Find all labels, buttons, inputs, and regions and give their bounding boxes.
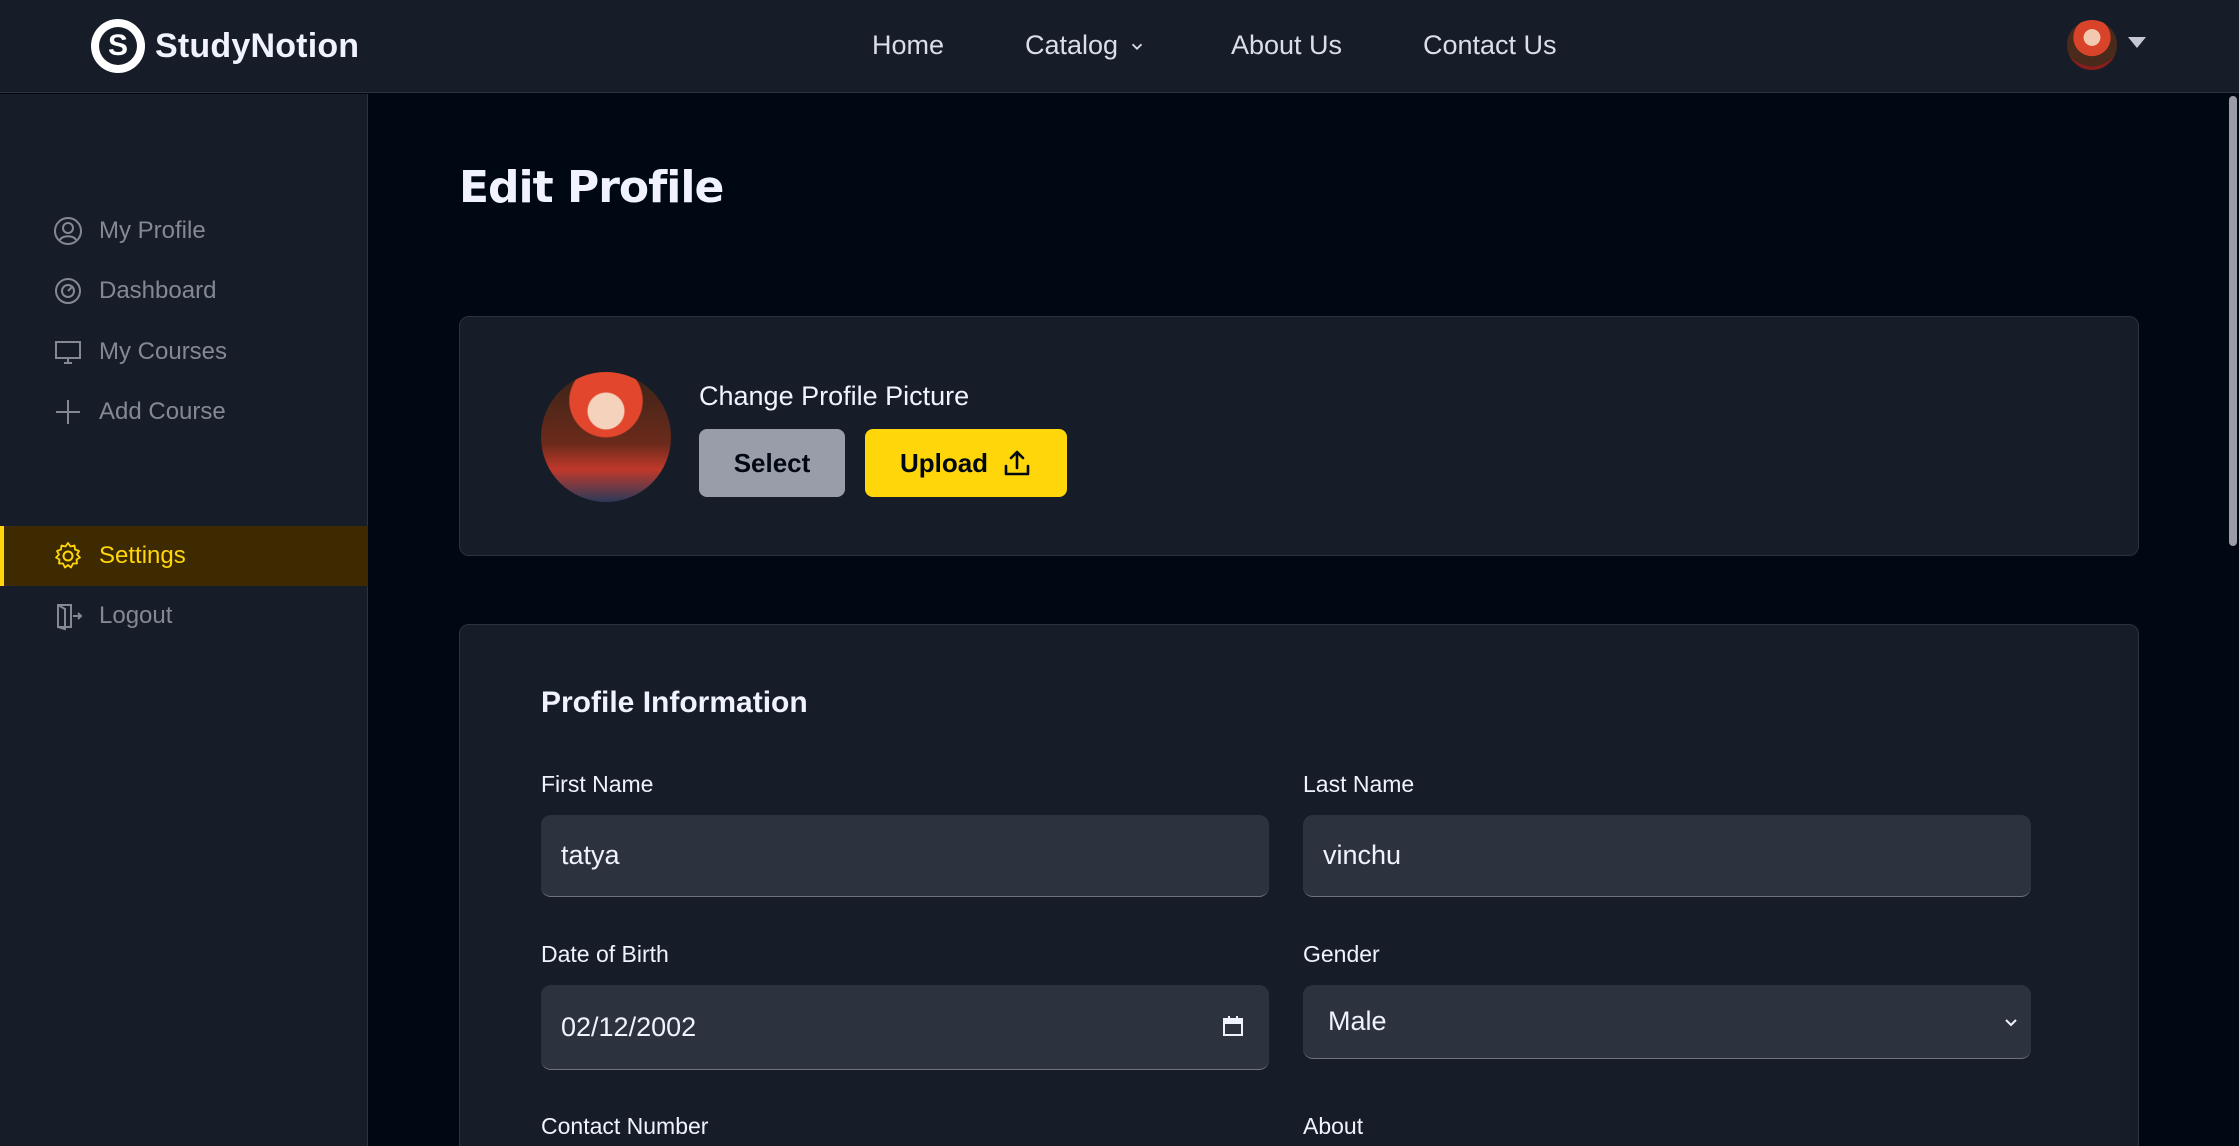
scrollbar-thumb[interactable] — [2229, 96, 2237, 546]
sidebar-item-my-courses[interactable]: My Courses — [0, 322, 368, 382]
gender-value: Male — [1328, 1006, 1387, 1036]
date-of-birth-field[interactable]: 02/12/2002 — [541, 985, 1269, 1070]
date-of-birth-label: Date of Birth — [541, 941, 669, 967]
profile-avatar — [541, 372, 671, 502]
first-name-value: tatya — [561, 840, 620, 870]
profile-information-card: Profile Information First Name tatya Las… — [459, 624, 2139, 1146]
profile-picture-card: Change Profile Picture Select Upload — [459, 316, 2139, 556]
profile-info-title: Profile Information — [541, 686, 808, 719]
nav-about-link[interactable]: About Us — [1231, 30, 1342, 61]
chevron-down-icon — [2005, 1019, 2017, 1027]
gender-select[interactable]: Male — [1303, 985, 2031, 1059]
contact-number-label: Contact Number — [541, 1113, 709, 1139]
upload-icon — [1004, 450, 1030, 476]
about-label: About — [1303, 1113, 1364, 1139]
select-button[interactable]: Select — [699, 429, 845, 497]
sidebar-item-label: Dashboard — [99, 277, 217, 304]
first-name-field[interactable]: tatya — [541, 815, 1269, 897]
last-name-field[interactable]: vinchu — [1303, 815, 2031, 897]
logo-icon: S — [91, 19, 145, 73]
gender-label: Gender — [1303, 941, 1380, 967]
sidebar-item-label: My Profile — [99, 217, 206, 244]
caret-down-icon[interactable] — [2128, 37, 2146, 48]
calendar-icon[interactable] — [1221, 1014, 1245, 1038]
sidebar-item-label: Add Course — [99, 398, 226, 425]
brand-name: StudyNotion — [155, 26, 360, 65]
date-of-birth-value: 02/12/2002 — [561, 1011, 697, 1042]
user-circle-icon — [54, 217, 82, 245]
user-avatar[interactable] — [2067, 20, 2117, 70]
nav-catalog-dropdown[interactable]: Catalog — [1025, 30, 1146, 61]
logout-icon — [57, 604, 83, 631]
top-navbar: S StudyNotion Home Catalog About Us Cont… — [0, 0, 2239, 93]
gauge-icon — [55, 278, 81, 304]
sidebar-item-label: My Courses — [99, 338, 228, 365]
select-button-label: Select — [733, 447, 811, 478]
nav-catalog-label: Catalog — [1025, 30, 1119, 60]
sidebar: My Profile Dashboard My Courses Add Cour… — [0, 94, 368, 1146]
brand-logo[interactable]: S StudyNotion — [91, 19, 359, 73]
last-name-value: vinchu — [1323, 840, 1402, 870]
plus-icon — [56, 400, 80, 424]
sidebar-item-label: Settings — [99, 542, 186, 569]
logo-letter: S — [99, 27, 137, 65]
sidebar-item-add-course[interactable]: Add Course — [0, 382, 368, 442]
page-title: Edit Profile — [459, 162, 724, 213]
sidebar-item-dashboard[interactable]: Dashboard — [0, 261, 368, 321]
first-name-label: First Name — [541, 771, 654, 797]
gear-icon — [55, 542, 81, 569]
nav-home-link[interactable]: Home — [872, 30, 944, 61]
sidebar-item-my-profile[interactable]: My Profile — [0, 201, 368, 261]
chevron-down-icon — [1131, 43, 1143, 50]
sidebar-item-label: Logout — [99, 602, 173, 629]
upload-button-label: Upload — [899, 447, 989, 478]
change-picture-label: Change Profile Picture — [699, 381, 970, 411]
upload-button[interactable]: Upload — [865, 429, 1067, 497]
monitor-icon — [55, 341, 81, 364]
nav-contact-link[interactable]: Contact Us — [1423, 30, 1557, 61]
last-name-label: Last Name — [1303, 771, 1415, 797]
sidebar-item-logout[interactable]: Logout — [0, 586, 368, 646]
sidebar-item-settings[interactable]: Settings — [0, 526, 368, 586]
